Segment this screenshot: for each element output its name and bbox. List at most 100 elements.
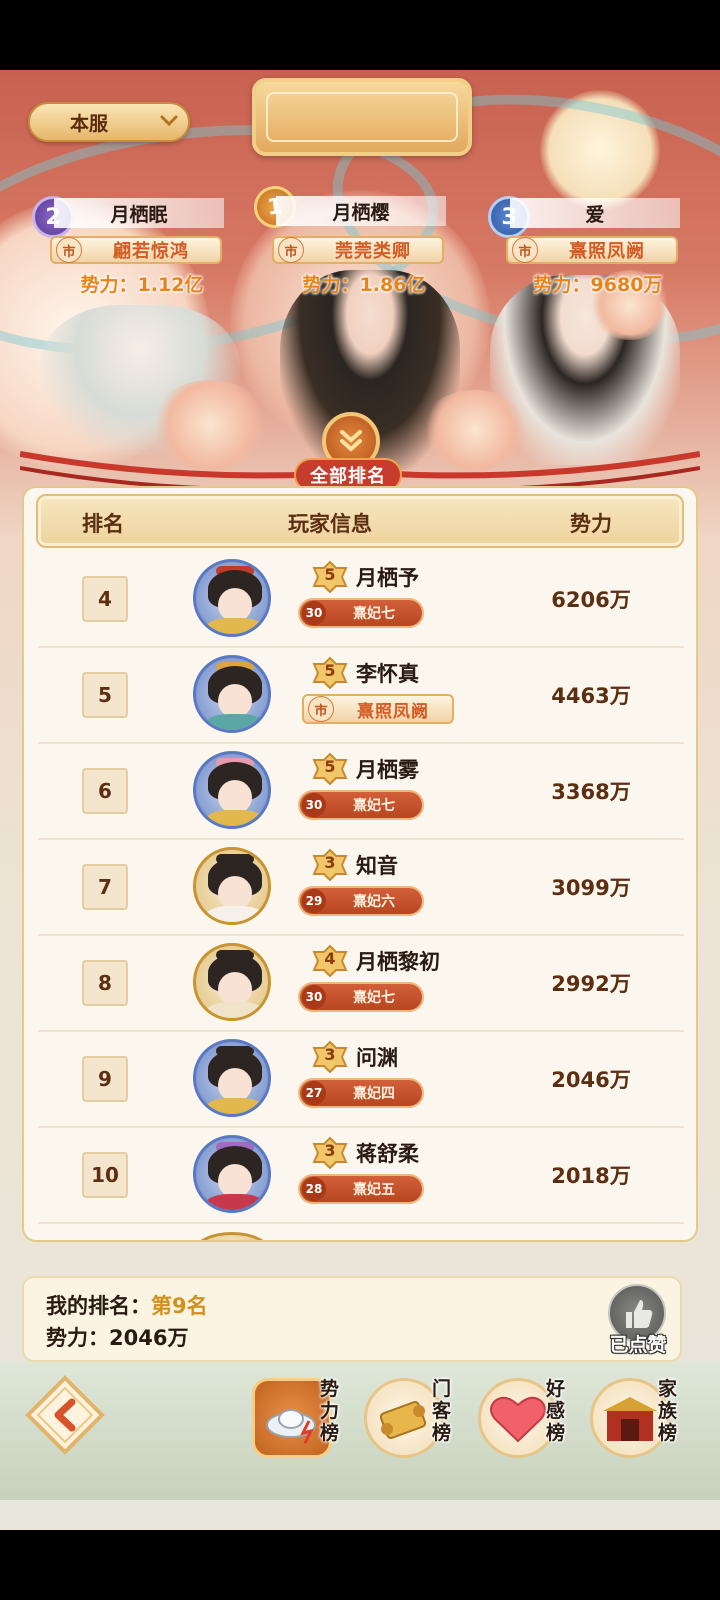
chevron-down-icon <box>160 115 178 127</box>
avatar[interactable] <box>193 1135 271 1213</box>
rank-3-card[interactable]: 3 爱 市 熹照凤阙 势力：9680万 <box>488 196 688 306</box>
avatar[interactable] <box>193 1232 271 1240</box>
row-badge-number: 4 <box>324 949 336 968</box>
rank-1-title-banner: 市 莞莞类卿 <box>272 236 444 264</box>
player-position: 熹妃七 <box>353 798 395 814</box>
player-level: 27 <box>302 1081 326 1105</box>
tab-retainer-ranking[interactable]: 门客榜 <box>364 1372 468 1468</box>
market-mark-icon: 市 <box>308 696 334 722</box>
player-power: 2046万 <box>551 1068 631 1092</box>
avatar[interactable] <box>193 751 271 829</box>
row-rank: 5 <box>82 672 128 718</box>
server-selector-label: 本服 <box>70 112 109 135</box>
table-row[interactable]: 5 5 李怀真 市 熹照凤阙 4463万 <box>38 648 684 744</box>
like-status: 已点赞 <box>609 1334 667 1356</box>
table-row[interactable]: 8 4 月栖黎初 30 熹妃七 2992万 <box>38 936 684 1032</box>
player-level-pill: 30 熹妃七 <box>300 600 422 626</box>
row-rank: 6 <box>82 768 128 814</box>
avatar[interactable] <box>193 1039 271 1117</box>
player-position: 熹妃五 <box>353 1182 395 1198</box>
player-power: 6206万 <box>551 588 631 612</box>
rank-2-name: 月栖眠 <box>54 198 224 228</box>
tab-favor-ranking[interactable]: 好感榜 <box>478 1372 582 1468</box>
player-name: 问渊 <box>356 1046 398 1070</box>
tab-label: 家族榜 <box>658 1378 678 1444</box>
rank-2-title: 翩若惊鸿 <box>113 241 189 262</box>
row-badge-number: 5 <box>324 565 336 584</box>
player-position: 熹妃四 <box>353 1086 395 1102</box>
player-power: 3099万 <box>551 876 631 900</box>
row-rank: 4 <box>82 576 128 622</box>
player-name: 知音 <box>356 854 398 878</box>
table-row[interactable]: 9 3 问渊 27 熹妃四 2046万 <box>38 1032 684 1128</box>
header-rank: 排名 <box>82 512 124 536</box>
table-row[interactable]: 4 5 月栖予 30 熹妃七 6206万 <box>38 552 684 648</box>
player-position: 熹妃六 <box>353 894 395 910</box>
player-name: 月栖黎初 <box>356 950 440 974</box>
rank-2-title-banner: 市 翩若惊鸿 <box>50 236 222 264</box>
my-rank-label: 我的排名： <box>46 1294 151 1318</box>
rank-3-name: 爱 <box>510 198 680 228</box>
rank-1-name: 月栖樱 <box>276 196 446 226</box>
player-position: 熹妃七 <box>353 606 395 622</box>
table-row[interactable]: 7 3 知音 29 熹妃六 3099万 <box>38 840 684 936</box>
player-name: 月栖雾 <box>356 758 419 782</box>
avatar[interactable] <box>193 847 271 925</box>
avatar[interactable] <box>193 559 271 637</box>
row-rank: 7 <box>82 864 128 910</box>
row-badge-number: 5 <box>324 757 336 776</box>
rank-3-title: 熹照凤阙 <box>569 241 645 262</box>
avatar[interactable] <box>193 943 271 1021</box>
rank-2-power: 势力：1.12亿 <box>80 274 204 296</box>
tab-family-ranking[interactable]: 家族榜 <box>590 1372 694 1468</box>
ranking-table: 排名 玩家信息 势力 4 5 月栖予 30 熹妃七 6206万 5 5 李怀真 … <box>22 486 698 1242</box>
header-player-info: 玩家信息 <box>288 512 372 536</box>
player-name: 李怀真 <box>356 662 419 686</box>
ranking-list[interactable]: 4 5 月栖予 30 熹妃七 6206万 5 5 李怀真 市 熹照凤阙 4463… <box>38 552 684 1240</box>
player-level-pill: 28 熹妃五 <box>300 1176 422 1202</box>
player-power: 3368万 <box>551 780 631 804</box>
rank-2-card[interactable]: 2 月栖眠 市 翩若惊鸿 势力：1.12亿 <box>32 196 232 306</box>
my-rank-bar: 我的排名：第9名 势力：2046万 已点赞 <box>22 1276 682 1362</box>
player-position: 熹妃七 <box>353 990 395 1006</box>
player-level: 30 <box>302 601 326 625</box>
rank-3-title-banner: 市 熹照凤阙 <box>506 236 678 264</box>
row-badge-number: 5 <box>324 661 336 680</box>
player-power: 4463万 <box>551 684 631 708</box>
rank-1-power: 势力：1.86亿 <box>302 274 426 296</box>
table-row-partial[interactable] <box>38 1224 684 1240</box>
player-level: 30 <box>302 985 326 1009</box>
rank-1-card[interactable]: 1 月栖樱 市 莞莞类卿 势力：1.86亿 <box>252 184 454 296</box>
server-selector[interactable]: 本服 <box>28 102 190 142</box>
header-power: 势力 <box>570 512 612 536</box>
double-chevron-down-icon <box>340 430 362 452</box>
player-level-pill: 30 熹妃七 <box>300 792 422 818</box>
row-badge-number: 3 <box>324 1045 336 1064</box>
rank-1-title: 莞莞类卿 <box>335 241 411 262</box>
player-level: 28 <box>302 1177 326 1201</box>
player-level-pill: 30 熹妃七 <box>300 984 422 1010</box>
leaderboard-title-plaque <box>252 78 472 156</box>
player-level-pill: 27 熹妃四 <box>300 1080 422 1106</box>
my-power: 势力：2046万 <box>46 1326 189 1350</box>
tab-label: 势力榜 <box>320 1378 340 1444</box>
tab-power-ranking[interactable]: 势力榜 <box>252 1372 356 1468</box>
player-level: 30 <box>302 793 326 817</box>
table-row[interactable]: 10 3 蒋舒柔 28 熹妃五 2018万 <box>38 1128 684 1224</box>
ranking-table-header: 排名 玩家信息 势力 <box>36 494 684 548</box>
back-arrow-icon <box>25 1375 105 1455</box>
back-button[interactable] <box>24 1374 106 1456</box>
player-power: 2018万 <box>551 1164 631 1188</box>
player-title: 熹照凤阙 <box>357 701 429 722</box>
like-button[interactable]: 已点赞 <box>602 1284 674 1356</box>
tab-label: 好感榜 <box>546 1378 566 1444</box>
row-badge-number: 3 <box>324 853 336 872</box>
table-row[interactable]: 6 5 月栖雾 30 熹妃七 3368万 <box>38 744 684 840</box>
market-mark-icon: 市 <box>278 237 304 263</box>
row-badge-number: 3 <box>324 1141 336 1160</box>
row-rank: 8 <box>82 960 128 1006</box>
market-mark-icon: 市 <box>512 237 538 263</box>
avatar[interactable] <box>193 655 271 733</box>
player-name: 月栖予 <box>356 566 419 590</box>
player-name: 蒋舒柔 <box>356 1142 419 1166</box>
